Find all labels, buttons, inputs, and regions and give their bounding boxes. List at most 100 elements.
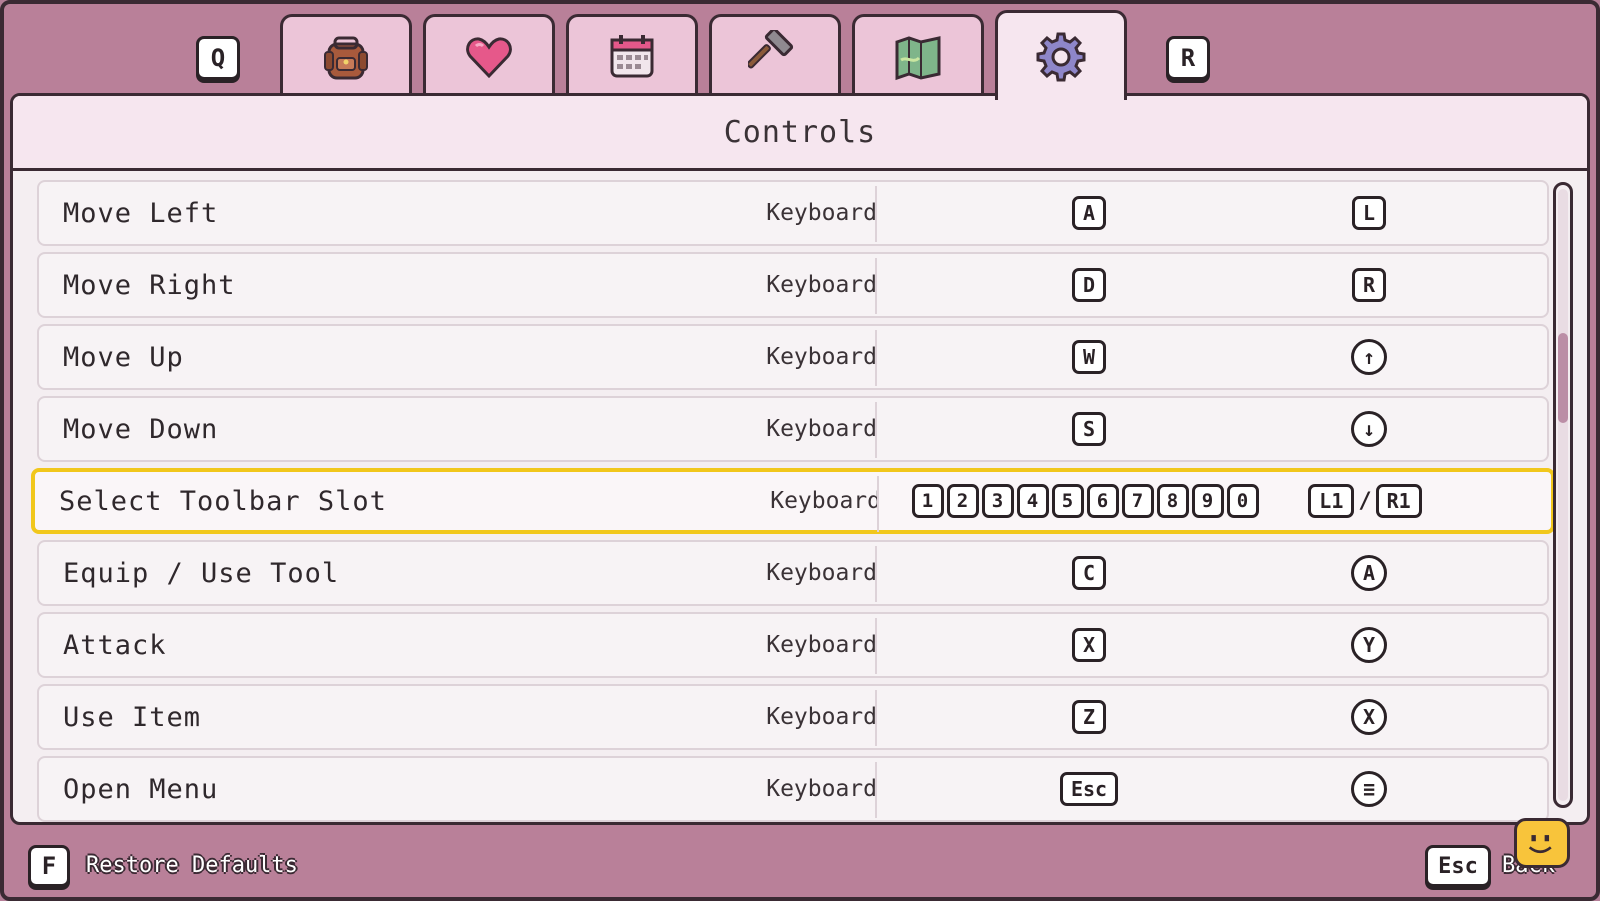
gamepad-button: R1 [1375, 484, 1422, 518]
restore-defaults-key[interactable]: F [28, 845, 70, 887]
keyboard-key: D [1072, 268, 1106, 302]
keyboard-binding[interactable]: A [919, 182, 1259, 244]
column-divider [875, 762, 877, 818]
calendar-icon [610, 34, 654, 77]
gamepad-binding[interactable]: Y [1284, 614, 1454, 676]
gamepad-button: ≡ [1351, 771, 1387, 807]
gamepad-binding[interactable]: L [1284, 182, 1454, 244]
control-device-label: Keyboard [766, 632, 877, 658]
column-divider [875, 546, 877, 602]
keyboard-binding[interactable]: W [919, 326, 1259, 388]
control-action-label: Equip / Use Tool [63, 557, 340, 589]
keyboard-key: 6 [1086, 484, 1119, 518]
gamepad-button: X [1351, 699, 1387, 735]
scrollbar-track [1558, 189, 1568, 801]
gamepad-binding[interactable]: R [1284, 254, 1454, 316]
control-action-label: Move Left [63, 197, 219, 229]
scrollbar[interactable] [1553, 182, 1573, 808]
keyboard-binding[interactable]: Esc [919, 758, 1259, 820]
tab-inventory[interactable] [280, 14, 412, 96]
tab-bar: Q R [0, 0, 1600, 100]
gear-icon [1036, 32, 1086, 81]
restore-defaults-label[interactable]: Restore Defaults [86, 853, 298, 878]
control-device-label: Keyboard [766, 200, 877, 226]
gamepad-button: ↑ [1351, 339, 1387, 375]
prev-tab-key[interactable]: Q [196, 36, 240, 80]
keyboard-key: 5 [1051, 484, 1084, 518]
tab-relationships[interactable] [423, 14, 555, 96]
keyboard-key: 0 [1226, 484, 1259, 518]
control-action-label: Use Item [63, 701, 202, 733]
column-divider [875, 618, 877, 674]
backpack-icon [324, 36, 368, 79]
column-divider [875, 186, 877, 242]
gamepad-binding[interactable]: X [1284, 686, 1454, 748]
keyboard-key: A [1072, 196, 1106, 230]
control-device-label: Keyboard [766, 560, 877, 586]
control-row-move-down[interactable]: Move Down Keyboard S ↓ [37, 396, 1549, 462]
tab-settings[interactable] [995, 10, 1127, 100]
keyboard-key: C [1072, 556, 1106, 590]
control-action-label: Move Up [63, 341, 184, 373]
keyboard-key: Esc [1059, 772, 1119, 806]
control-row-move-right[interactable]: Move Right Keyboard D R [37, 252, 1549, 318]
keyboard-key: W [1072, 340, 1106, 374]
control-device-label: Keyboard [766, 416, 877, 442]
control-row-move-left[interactable]: Move Left Keyboard A L [37, 180, 1549, 246]
gamepad-button: R [1352, 268, 1386, 302]
control-row-move-up[interactable]: Move Up Keyboard W ↑ [37, 324, 1549, 390]
control-row-select-toolbar-slot[interactable]: Select Toolbar Slot Keyboard 1 2 3 4 5 6 7 8 9 0 L1/… [31, 468, 1555, 534]
keyboard-key: 1 [911, 484, 944, 518]
column-divider [875, 690, 877, 746]
control-row-attack[interactable]: Attack Keyboard X Y [37, 612, 1549, 678]
gamepad-button: Y [1351, 627, 1387, 663]
tab-crafting[interactable] [709, 14, 841, 96]
back-key[interactable]: Esc [1425, 845, 1491, 887]
keyboard-binding[interactable]: 1234567890 [911, 472, 1259, 530]
column-divider [875, 258, 877, 314]
hammer-icon [748, 29, 794, 68]
next-tab-key[interactable]: R [1166, 36, 1210, 80]
gamepad-binding[interactable]: ≡ [1284, 758, 1454, 820]
mascot-icon [1514, 818, 1570, 868]
keyboard-key: 7 [1121, 484, 1154, 518]
keyboard-binding[interactable]: X [919, 614, 1259, 676]
controls-panel: Controls Move Left Keyboard A L Move Right Ke… [10, 93, 1590, 825]
footer: F Restore Defaults Esc Back [0, 825, 1600, 900]
keyboard-binding[interactable]: S [919, 398, 1259, 460]
control-device-label: Keyboard [766, 272, 877, 298]
scrollbar-thumb[interactable] [1558, 333, 1568, 423]
control-row-equip-use-tool[interactable]: Equip / Use Tool Keyboard C A [37, 540, 1549, 606]
gamepad-binding[interactable]: ↓ [1284, 398, 1454, 460]
keyboard-key: 9 [1191, 484, 1224, 518]
control-action-label: Attack [63, 629, 167, 661]
tab-calendar[interactable] [566, 14, 698, 96]
control-row-open-menu[interactable]: Open Menu Keyboard Esc ≡ [37, 756, 1549, 822]
gamepad-binding[interactable]: ↑ [1284, 326, 1454, 388]
keyboard-key: 3 [981, 484, 1014, 518]
gamepad-button: ↓ [1351, 411, 1387, 447]
keyboard-binding[interactable]: C [919, 542, 1259, 604]
gamepad-button: L1 [1308, 484, 1355, 518]
controls-list: Move Left Keyboard A L Move Right Keyboard D R M… [31, 180, 1555, 822]
keyboard-binding[interactable]: Z [919, 686, 1259, 748]
keyboard-key: S [1072, 412, 1106, 446]
keyboard-binding[interactable]: D [919, 254, 1259, 316]
keyboard-key: 2 [946, 484, 979, 518]
control-device-label: Keyboard [766, 704, 877, 730]
control-row-use-item[interactable]: Use Item Keyboard Z X [37, 684, 1549, 750]
gamepad-binding[interactable]: L1/R1 [1280, 472, 1450, 530]
control-device-label: Keyboard [770, 488, 881, 514]
control-action-label: Select Toolbar Slot [59, 485, 387, 517]
keyboard-key: Z [1072, 700, 1106, 734]
gamepad-binding[interactable]: A [1284, 542, 1454, 604]
control-device-label: Keyboard [766, 344, 877, 370]
keyboard-key: 4 [1016, 484, 1049, 518]
control-action-label: Move Right [63, 269, 236, 301]
column-divider [875, 402, 877, 458]
keyboard-key: 8 [1156, 484, 1189, 518]
control-device-label: Keyboard [766, 776, 877, 802]
column-divider [875, 330, 877, 386]
tab-map[interactable] [852, 14, 984, 96]
column-divider [877, 476, 879, 532]
